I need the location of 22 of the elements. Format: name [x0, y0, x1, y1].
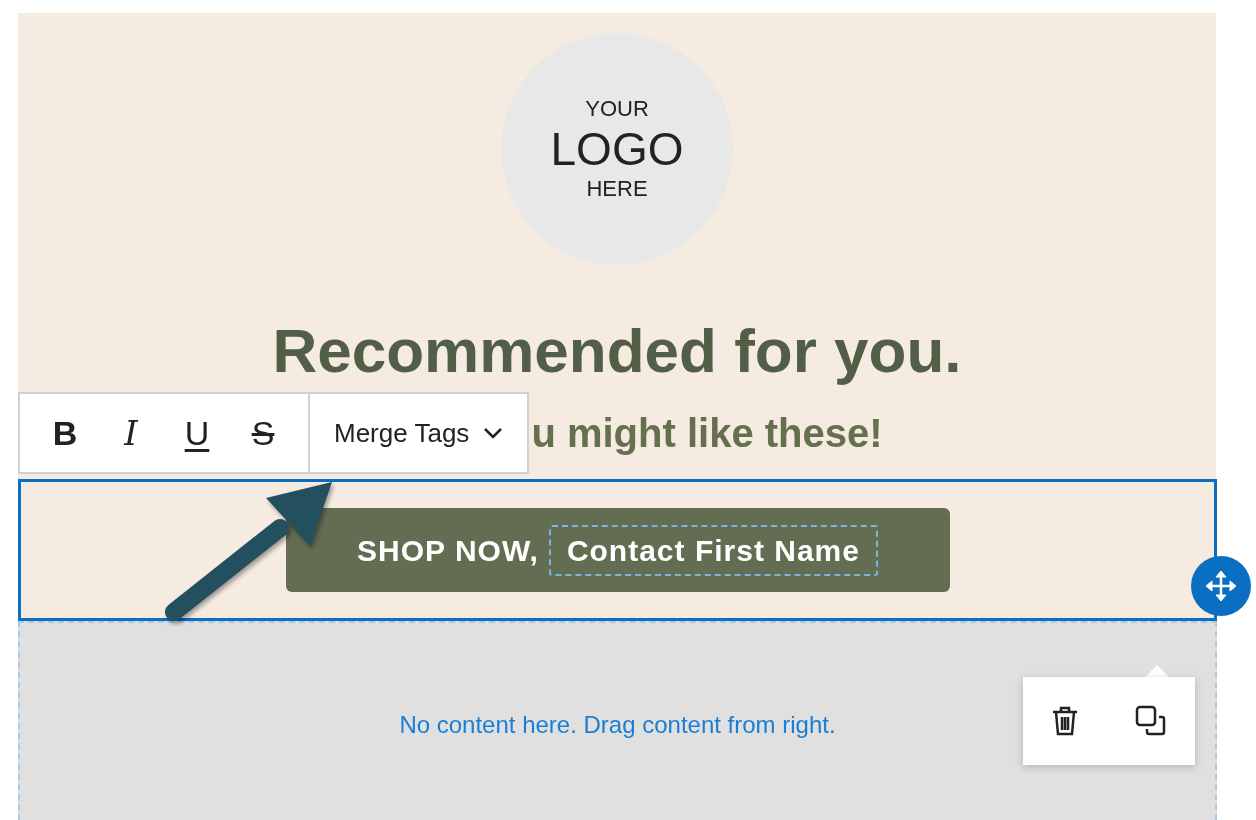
chevron-down-icon — [483, 427, 504, 439]
merge-tags-dropdown[interactable]: Merge Tags — [310, 394, 528, 472]
trash-icon — [1051, 705, 1079, 737]
move-icon — [1204, 569, 1238, 603]
format-button[interactable]: B — [34, 403, 96, 463]
logo-text: LOGO — [550, 123, 684, 175]
format-button[interactable]: U — [166, 403, 228, 463]
format-button[interactable]: S — [232, 403, 294, 463]
move-handle[interactable] — [1191, 556, 1251, 616]
empty-block-message: No content here. Drag content from right. — [399, 710, 836, 740]
merge-tag[interactable]: Contact First Name — [548, 524, 878, 576]
heading: Recommended for you. — [272, 315, 962, 387]
duplicate-icon — [1135, 705, 1167, 737]
duplicate-button[interactable] — [1135, 705, 1167, 737]
logo-text: YOUR — [585, 95, 649, 123]
button-block[interactable]: SHOP NOW, Contact First Name — [18, 479, 1217, 621]
button-text: SHOP NOW, — [357, 532, 539, 569]
logo-text: HERE — [586, 175, 648, 203]
format-button[interactable]: I — [100, 403, 162, 463]
shop-now-button[interactable]: SHOP NOW, Contact First Name — [285, 508, 950, 592]
delete-button[interactable] — [1051, 705, 1079, 737]
subheading: u might like these! — [531, 410, 883, 457]
